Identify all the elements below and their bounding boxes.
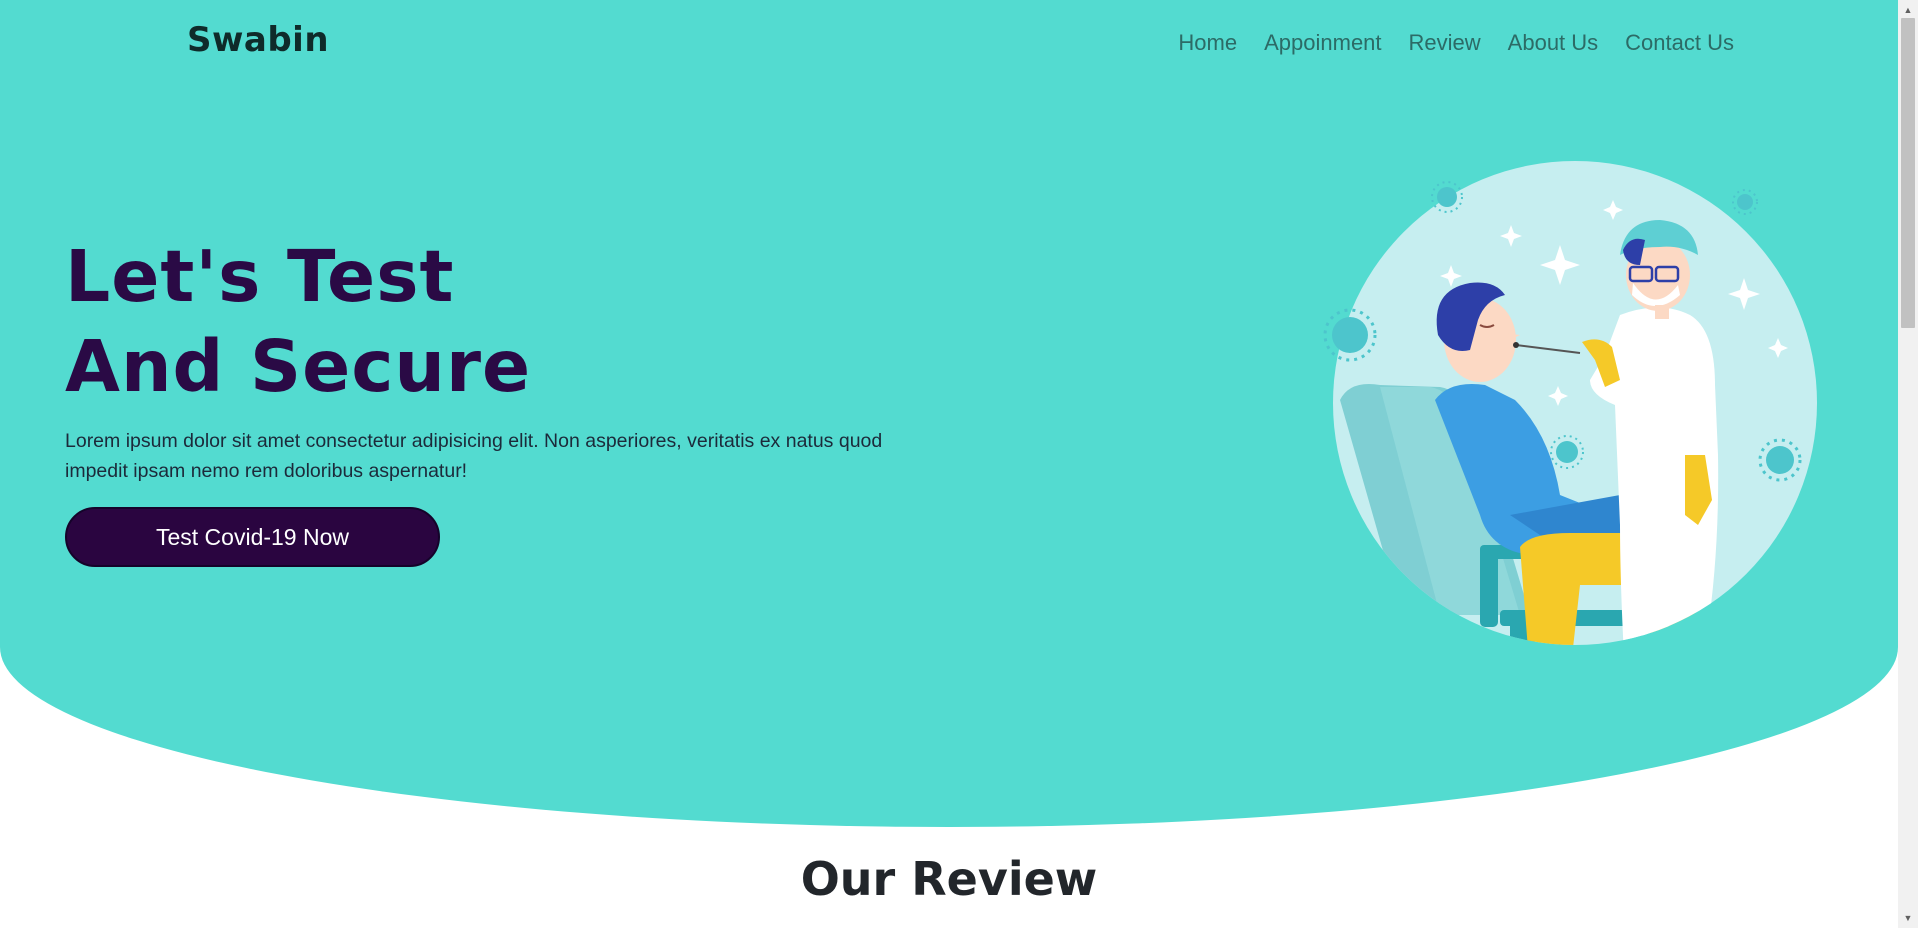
main-nav: Home Appoinment Review About Us Contact … [1178,30,1734,56]
nav-contact-us[interactable]: Contact Us [1625,30,1734,56]
nav-about-us[interactable]: About Us [1508,30,1599,56]
scrollbar-thumb[interactable] [1901,18,1915,328]
hero-headline: Let's Test And Secure [65,232,531,412]
brand-logo[interactable]: Swabin [187,20,329,60]
scroll-up-arrow-icon[interactable]: ▲ [1898,2,1918,18]
hero-description: Lorem ipsum dolor sit amet consectetur a… [65,430,883,482]
headline-line-2: And Secure [65,325,532,408]
page-scrollbar[interactable]: ▲ ▼ [1898,0,1918,928]
reviews-title: Our Review [800,852,1098,906]
test-covid-button[interactable]: Test Covid-19 Now [65,507,440,567]
nav-appointment[interactable]: Appoinment [1264,30,1381,56]
scroll-down-arrow-icon[interactable]: ▼ [1898,910,1918,926]
headline-line-1: Let's Test [65,235,455,318]
nav-home[interactable]: Home [1178,30,1237,56]
swab-test-illustration [1323,161,1817,645]
nav-review[interactable]: Review [1409,30,1481,56]
hero-section: Swabin Home Appoinment Review About Us C… [0,0,1898,827]
